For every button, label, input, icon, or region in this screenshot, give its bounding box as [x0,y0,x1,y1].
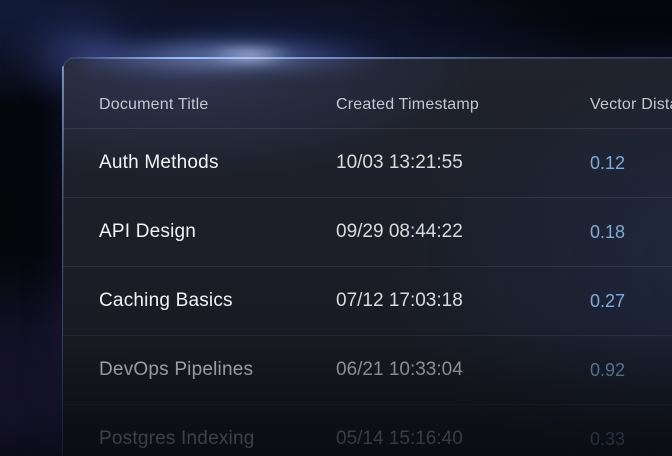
document-title-cell: Caching Basics [99,290,336,312]
vector-distance-cell: 0.92 [590,360,672,381]
created-timestamp-cell: 09/29 08:44:22 [336,221,590,243]
column-header-vector-distance: Vector Distance [590,96,672,114]
vector-distance-cell: 0.27 [590,291,672,312]
document-title-cell: Auth Methods [99,152,336,174]
vector-distance-cell: 0.12 [590,153,672,174]
column-header-created-timestamp: Created Timestamp [336,96,590,114]
table-header-row: Document Title Created Timestamp Vector … [63,58,672,128]
vector-distance-cell: 0.33 [590,429,672,450]
table-row[interactable]: API Design 09/29 08:44:22 0.18 [63,197,672,266]
created-timestamp-cell: 06/21 10:33:04 [336,359,590,381]
documents-table-card: Document Title Created Timestamp Vector … [62,57,672,456]
table-row[interactable]: Postgres Indexing 05/14 15:16:40 0.33 [63,404,672,456]
created-timestamp-cell: 07/12 17:03:18 [336,290,590,312]
page-background: Document Title Created Timestamp Vector … [0,0,672,456]
document-title-cell: DevOps Pipelines [99,359,336,381]
table-row[interactable]: Caching Basics 07/12 17:03:18 0.27 [63,266,672,335]
created-timestamp-cell: 05/14 15:16:40 [336,428,590,450]
document-title-cell: API Design [99,221,336,243]
table-row[interactable]: DevOps Pipelines 06/21 10:33:04 0.92 [63,335,672,404]
created-timestamp-cell: 10/03 13:21:55 [336,152,590,174]
column-header-document-title: Document Title [99,96,336,114]
vector-distance-cell: 0.18 [590,222,672,243]
document-title-cell: Postgres Indexing [99,428,336,450]
table-row[interactable]: Auth Methods 10/03 13:21:55 0.12 [63,128,672,197]
